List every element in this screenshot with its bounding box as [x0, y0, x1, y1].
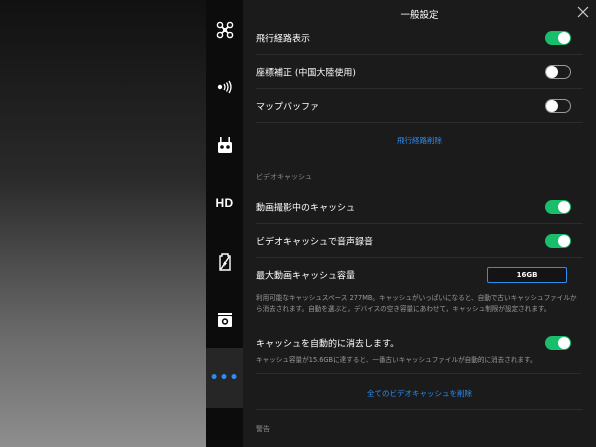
setting-row-flight-path: 飛行経路表示 [256, 21, 583, 55]
toggle-knob [546, 99, 558, 112]
nav-camera[interactable] [206, 290, 243, 350]
battery-icon [218, 253, 231, 271]
toggle-knob [558, 31, 570, 44]
auto-clear-toggle[interactable] [545, 336, 571, 350]
map-buffer-toggle[interactable] [545, 98, 571, 113]
remote-controller-icon [217, 137, 232, 153]
camera-icon [217, 313, 232, 327]
cache-while-recording-label: 動画撮影中のキャッシュ [256, 203, 356, 213]
nav-aircraft[interactable] [206, 0, 243, 60]
toggle-knob [558, 234, 570, 247]
max-cache-label: 最大動画キャッシュ容量 [256, 271, 356, 282]
setting-row-map-buffer: マップバッファ [256, 89, 583, 123]
setting-row-cache-while-recording: 動画撮影中のキャッシュ [256, 190, 583, 224]
toggle-knob [558, 200, 570, 213]
cache-while-recording-toggle[interactable] [545, 199, 571, 214]
clear-all-cache-button[interactable]: 全てのビデオキャッシュを削除 [256, 376, 583, 410]
map-buffer-label: マップバッファ [256, 102, 320, 112]
toggle-knob [558, 337, 570, 349]
setting-row-coord-correction: 座標補正 (中国大陸使用) [256, 55, 583, 89]
close-icon[interactable] [576, 5, 590, 19]
setting-row-max-cache: 最大動画キャッシュ容量 16GB [256, 258, 583, 292]
auto-clear-label: キャッシュを自動的に消去します。 [256, 339, 400, 350]
general-settings-panel: 一般設定 飛行経路表示 座標補正 (中国大陸使用) マップバッファ 飛行経路削除… [243, 0, 596, 447]
nav-battery[interactable] [206, 232, 243, 292]
max-cache-select[interactable]: 16GB [487, 267, 567, 283]
toggle-knob [546, 65, 558, 78]
nav-general-settings[interactable]: ••• [206, 348, 243, 408]
auto-clear-description: キャッシュ容量が15.6GBに達すると、一番古いキャッシュファイルが自動的に消去… [256, 355, 581, 374]
record-audio-label: ビデオキャッシュで音声録音 [256, 237, 374, 247]
nav-remote-controller[interactable] [206, 115, 243, 175]
video-cache-section-header: ビデオキャッシュ [256, 173, 312, 181]
setting-row-auto-clear: キャッシュを自動的に消去します。 [256, 330, 583, 356]
clear-flight-path-button[interactable]: 飛行経路削除 [256, 123, 583, 157]
nav-hd-video[interactable]: HD [206, 173, 243, 233]
settings-nav: HD ••• [206, 0, 243, 447]
setting-row-record-audio: ビデオキャッシュで音声録音 [256, 224, 583, 258]
flight-path-label: 飛行経路表示 [256, 34, 311, 44]
record-audio-toggle[interactable] [545, 233, 571, 248]
page-title: 一般設定 [400, 10, 439, 21]
more-icon: ••• [209, 370, 240, 386]
coord-correction-toggle[interactable] [545, 64, 571, 79]
max-cache-description: 利用可能なキャッシュスペース 277MB。キャッシュがいっぱいになると、自動で古… [256, 294, 577, 313]
hd-icon: HD [215, 196, 234, 210]
flight-path-toggle[interactable] [545, 30, 571, 45]
camera-view [0, 0, 206, 447]
aircraft-icon [216, 21, 233, 39]
coord-correction-label: 座標補正 (中国大陸使用) [256, 68, 356, 78]
nav-signal[interactable] [206, 57, 243, 117]
signal-icon [217, 80, 232, 94]
warning-section-header: 警告 [256, 425, 270, 433]
